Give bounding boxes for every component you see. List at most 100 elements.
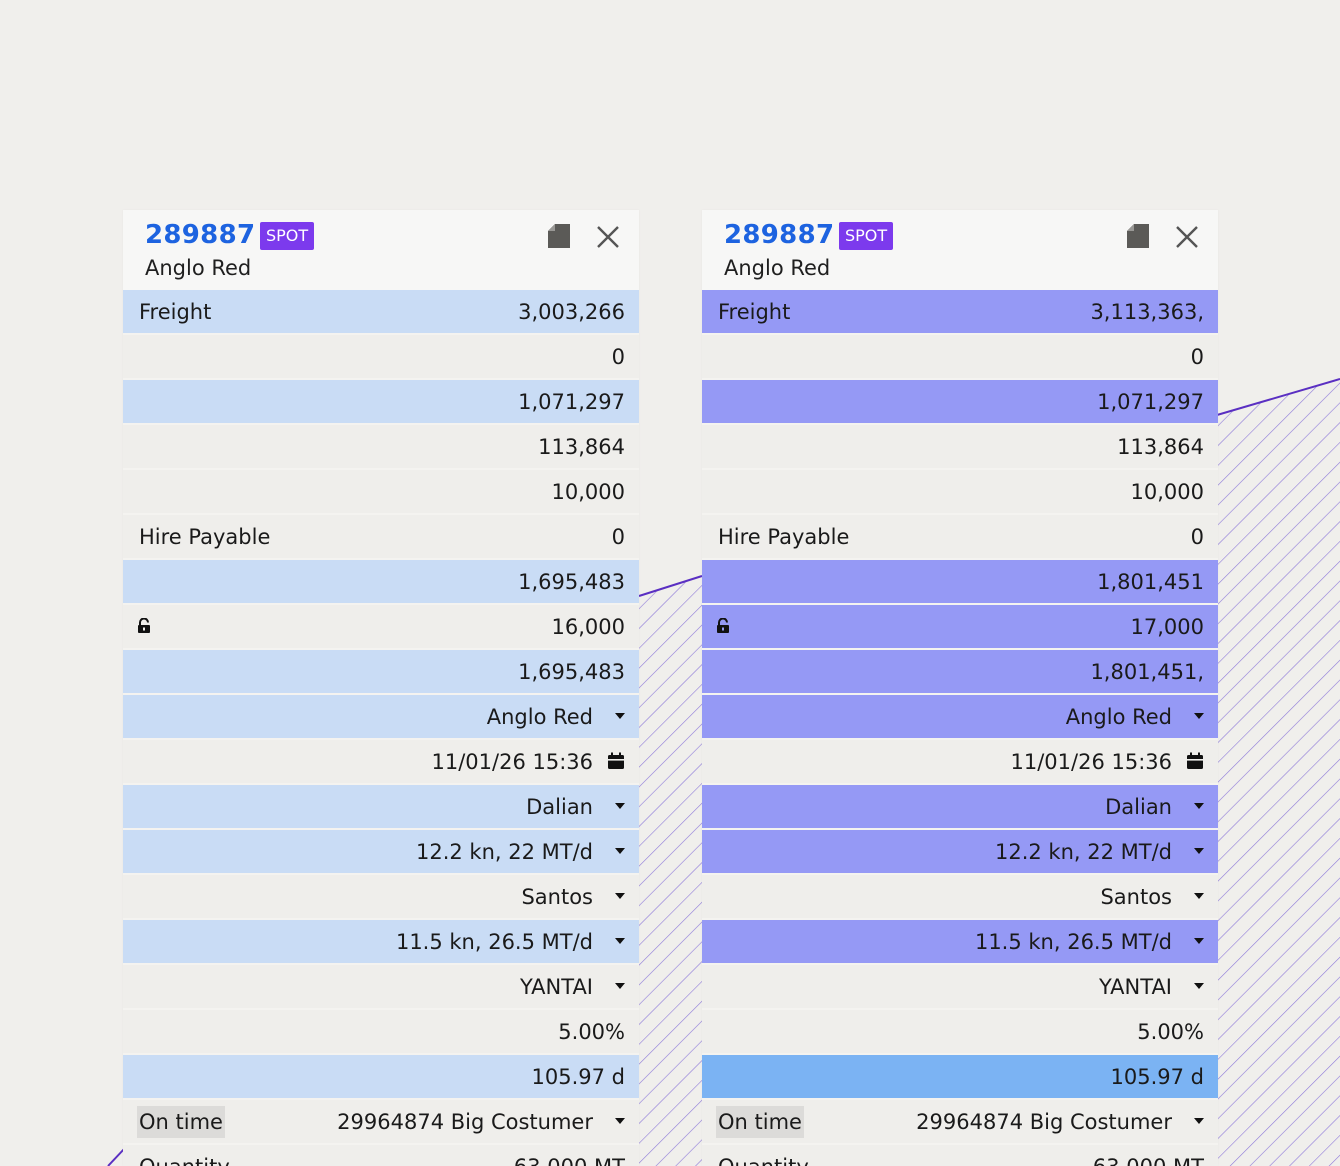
chevron-down-icon[interactable]: [615, 848, 625, 854]
row-value: 11/01/26 15:36: [1010, 749, 1172, 774]
chevron-down-icon[interactable]: [615, 713, 625, 719]
row-select[interactable]: YANTAI: [123, 965, 639, 1008]
row-quantity[interactable]: Quantity 63,000 MT: [123, 1145, 639, 1166]
trade-card-left: 289887 SPOT Anglo Red Freight 3,003,266 …: [123, 210, 639, 1166]
chevron-down-icon[interactable]: [615, 803, 625, 809]
close-icon[interactable]: [1175, 225, 1199, 249]
row-item[interactable]: 1,071,297: [123, 380, 639, 423]
row-value: 29964874 Big Costumer: [337, 1109, 593, 1134]
document-icon[interactable]: [548, 224, 570, 248]
row-value: 1,071,297: [518, 389, 625, 414]
row-label: Quantity: [139, 1155, 230, 1166]
row-value: 3,113,363,: [1090, 299, 1204, 324]
row-label: Hire Payable: [718, 524, 850, 549]
row-item[interactable]: 105.97 d: [123, 1055, 639, 1098]
row-date[interactable]: 11/01/26 15:36: [702, 740, 1218, 783]
row-item[interactable]: 113,864: [123, 425, 639, 468]
row-date[interactable]: 11/01/26 15:36: [123, 740, 639, 783]
chevron-down-icon[interactable]: [1194, 803, 1204, 809]
chevron-down-icon[interactable]: [1194, 983, 1204, 989]
calendar-icon[interactable]: [607, 752, 625, 770]
row-value: 11.5 kn, 26.5 MT/d: [395, 929, 593, 954]
row-customer[interactable]: On time 29964874 Big Costumer: [123, 1100, 639, 1143]
chevron-down-icon[interactable]: [1194, 848, 1204, 854]
row-hire-payable[interactable]: Hire Payable 0: [123, 515, 639, 558]
row-locked-value[interactable]: 16,000: [123, 605, 639, 648]
row-select[interactable]: Dalian: [123, 785, 639, 828]
spot-badge: SPOT: [260, 222, 315, 250]
row-item[interactable]: 0: [123, 335, 639, 378]
row-value: Anglo Red: [1065, 704, 1172, 729]
row-value: 11.5 kn, 26.5 MT/d: [974, 929, 1172, 954]
unlock-icon[interactable]: [137, 618, 151, 634]
document-icon[interactable]: [1127, 224, 1149, 248]
row-item[interactable]: 113,864: [702, 425, 1218, 468]
row-select[interactable]: Dalian: [702, 785, 1218, 828]
chevron-down-icon[interactable]: [615, 938, 625, 944]
row-value: 5.00%: [558, 1019, 625, 1044]
row-select[interactable]: 11.5 kn, 26.5 MT/d: [702, 920, 1218, 963]
row-item[interactable]: 5.00%: [702, 1010, 1218, 1053]
row-freight[interactable]: Freight 3,003,266: [123, 290, 639, 333]
card-header: 289887 SPOT Anglo Red: [123, 210, 639, 290]
close-icon[interactable]: [596, 225, 620, 249]
row-select[interactable]: YANTAI: [702, 965, 1218, 1008]
row-item[interactable]: 1,801,451,: [702, 650, 1218, 693]
row-item[interactable]: 0: [702, 335, 1218, 378]
row-item[interactable]: 1,695,483: [123, 650, 639, 693]
row-value: 105.97 d: [1110, 1064, 1205, 1089]
row-item[interactable]: 10,000: [702, 470, 1218, 513]
row-quantity[interactable]: Quantity 63,000 MT: [702, 1145, 1218, 1166]
card-rows: Freight 3,113,363, 0 1,071,297 113,864 1…: [702, 290, 1218, 1166]
row-select[interactable]: Santos: [702, 875, 1218, 918]
row-select[interactable]: 11.5 kn, 26.5 MT/d: [123, 920, 639, 963]
row-value: Anglo Red: [486, 704, 593, 729]
row-item[interactable]: 105.97 d: [702, 1055, 1218, 1098]
row-select[interactable]: Anglo Red: [702, 695, 1218, 738]
calendar-icon[interactable]: [1186, 752, 1204, 770]
row-item[interactable]: 1,801,451: [702, 560, 1218, 603]
row-value: 0: [1190, 344, 1204, 369]
row-freight[interactable]: Freight 3,113,363,: [702, 290, 1218, 333]
row-item[interactable]: 5.00%: [123, 1010, 639, 1053]
row-select[interactable]: 12.2 kn, 22 MT/d: [702, 830, 1218, 873]
row-locked-value[interactable]: 17,000: [702, 605, 1218, 648]
ticket-id[interactable]: 289887: [724, 220, 834, 250]
row-value: 63,000 MT: [1093, 1155, 1204, 1166]
chevron-down-icon[interactable]: [615, 893, 625, 899]
row-value: 1,695,483: [518, 569, 625, 594]
unlock-icon[interactable]: [716, 618, 730, 634]
row-customer[interactable]: On time 29964874 Big Costumer: [702, 1100, 1218, 1143]
chevron-down-icon[interactable]: [1194, 893, 1204, 899]
row-value: 113,864: [538, 434, 625, 459]
row-value: 105.97 d: [531, 1064, 626, 1089]
row-hire-payable[interactable]: Hire Payable 0: [702, 515, 1218, 558]
row-select[interactable]: Santos: [123, 875, 639, 918]
row-value: 63,000 MT: [514, 1155, 625, 1166]
row-item[interactable]: 1,071,297: [702, 380, 1218, 423]
row-value: 12.2 kn, 22 MT/d: [415, 839, 593, 864]
row-value: 11/01/26 15:36: [431, 749, 593, 774]
chevron-down-icon[interactable]: [1194, 1118, 1204, 1124]
ticket-id[interactable]: 289887: [145, 220, 255, 250]
chevron-down-icon[interactable]: [1194, 938, 1204, 944]
row-value: 29964874 Big Costumer: [916, 1109, 1172, 1134]
company-name: Anglo Red: [724, 256, 831, 280]
row-value: 5.00%: [1137, 1019, 1204, 1044]
row-value: 16,000: [551, 614, 625, 639]
row-select[interactable]: Anglo Red: [123, 695, 639, 738]
row-value: 10,000: [551, 479, 625, 504]
row-item[interactable]: 1,695,483: [123, 560, 639, 603]
card-header: 289887 SPOT Anglo Red: [702, 210, 1218, 290]
row-value: Santos: [1100, 884, 1172, 909]
on-time-chip: On time: [137, 1106, 225, 1138]
spot-badge: SPOT: [839, 222, 894, 250]
chevron-down-icon[interactable]: [615, 983, 625, 989]
chevron-down-icon[interactable]: [1194, 713, 1204, 719]
row-value: 0: [611, 524, 625, 549]
row-select[interactable]: 12.2 kn, 22 MT/d: [123, 830, 639, 873]
row-value: Santos: [521, 884, 593, 909]
chevron-down-icon[interactable]: [615, 1118, 625, 1124]
row-value: 113,864: [1117, 434, 1204, 459]
row-item[interactable]: 10,000: [123, 470, 639, 513]
